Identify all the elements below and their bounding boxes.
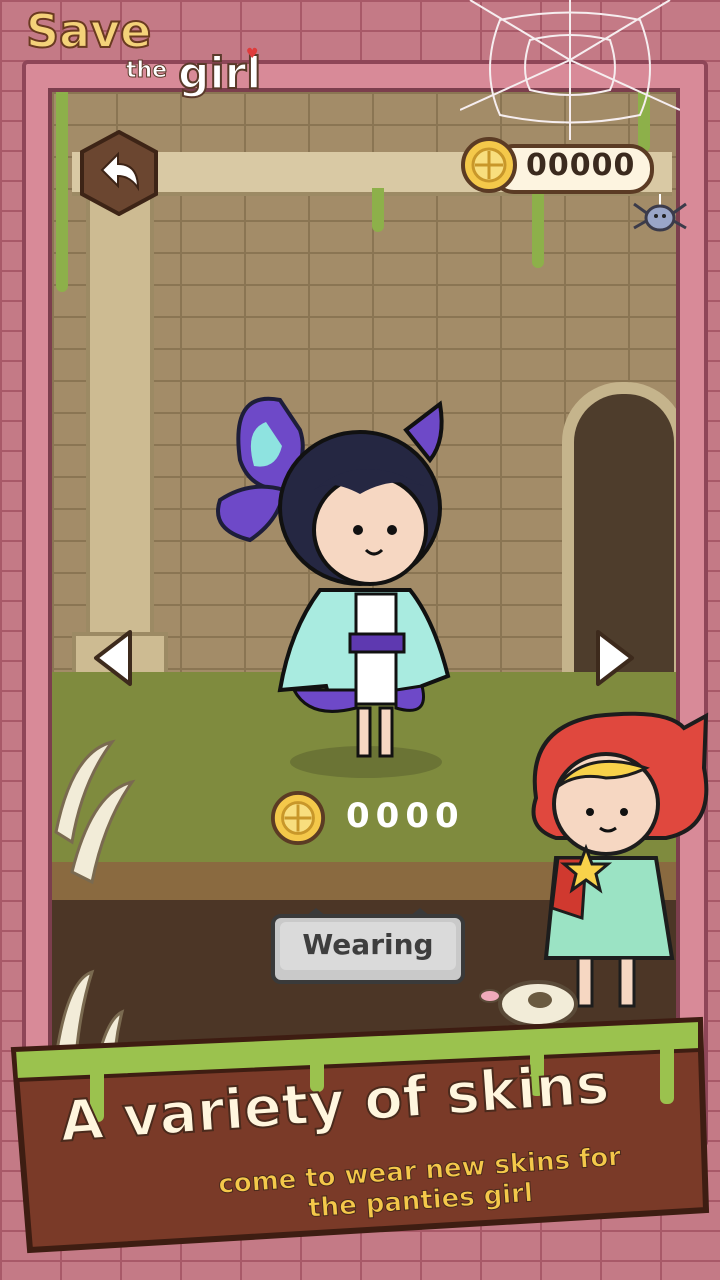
chevron-right-icon: [596, 630, 634, 686]
logo-word-the: the: [125, 58, 168, 84]
back-arrow-icon: [80, 129, 158, 217]
skin-price: 0000: [270, 790, 470, 846]
slime-drip: [372, 188, 384, 232]
coin-icon: [270, 790, 326, 846]
selected-skin-character: [216, 396, 451, 778]
previous-skin-button[interactable]: [90, 628, 136, 688]
wearing-button[interactable]: Wearing: [270, 908, 466, 986]
cobweb-decoration: [460, 0, 680, 140]
wearing-label: Wearing: [302, 928, 434, 961]
slime-drip: [532, 188, 544, 268]
heart-icon: ♥: [246, 46, 259, 62]
logo-word-save: Save: [25, 3, 152, 59]
coin-icon: [461, 137, 517, 193]
vine: [56, 92, 68, 292]
game-logo: Save the girl ♥: [25, 3, 286, 104]
next-skin-button[interactable]: [592, 628, 638, 688]
coin-counter: 00000: [460, 136, 654, 194]
price-value: 0000: [346, 796, 465, 836]
coin-count: 00000: [526, 148, 636, 183]
back-button[interactable]: [78, 129, 160, 217]
spider-decoration: [633, 194, 687, 232]
chevron-left-icon: [94, 630, 132, 686]
red-hood-girl-character: [531, 711, 709, 1008]
